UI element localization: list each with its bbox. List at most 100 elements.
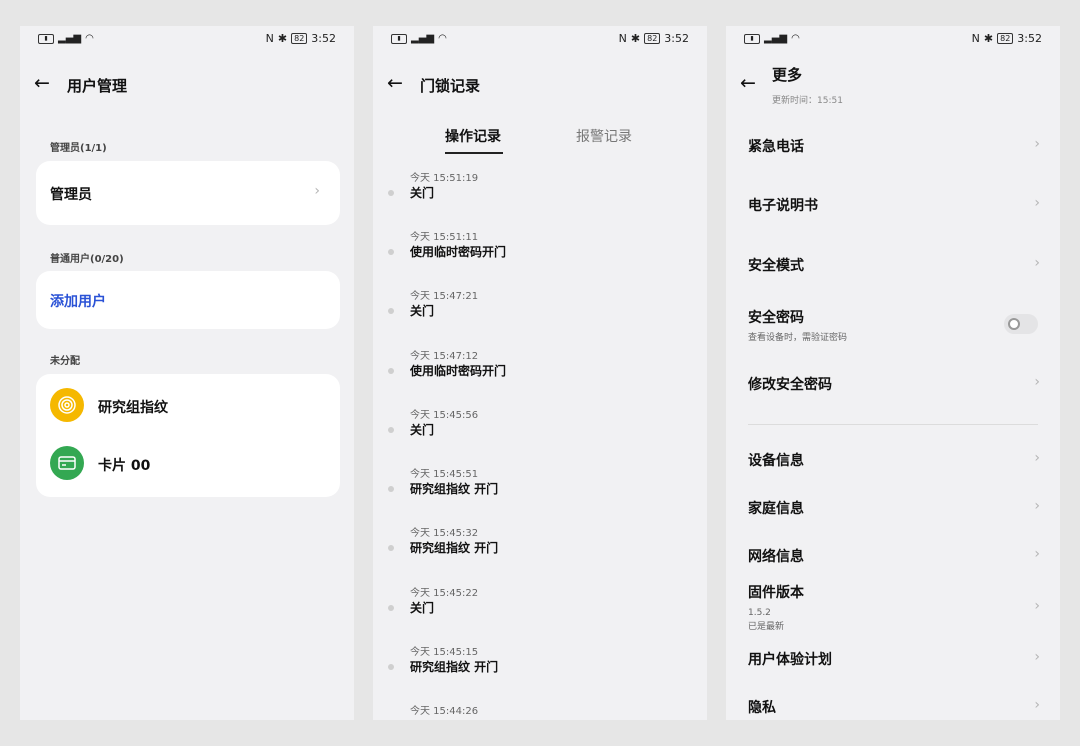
menu-item-label: 设备信息	[748, 453, 804, 469]
log-time: 今天 15:51:11	[410, 232, 479, 243]
menu-item-label: 电子说明书	[748, 198, 818, 214]
menu-item-privacy[interactable]: 隐私 ›	[748, 697, 1060, 720]
sim-icon: ▮	[744, 33, 760, 44]
admin-card[interactable]: 管理员 ›	[36, 161, 340, 225]
menu-item-safe-mode[interactable]: 安全模式 ›	[748, 255, 1060, 295]
battery-icon: 82	[644, 33, 661, 44]
timeline-dot	[388, 308, 394, 314]
list-item-card[interactable]: 卡片 00	[36, 434, 340, 496]
back-arrow-icon[interactable]: ←	[34, 74, 50, 93]
log-action: 关门	[410, 601, 435, 615]
nfc-icon: N	[265, 32, 274, 45]
firmware-version-value: 1.5.2	[748, 608, 771, 618]
log-time: 今天 15:51:19	[410, 173, 479, 184]
chevron-right-icon: ›	[1034, 498, 1040, 514]
log-item: 今天 15:47:12 使用临时密码开门	[373, 347, 707, 406]
tab-operation-records[interactable]: 操作记录	[445, 126, 501, 146]
timeline-dot	[388, 190, 394, 196]
menu-item-firmware-version[interactable]: 固件版本 1.5.2 已是最新 ›	[748, 582, 1060, 634]
log-time: 今天 15:47:21	[410, 291, 479, 302]
fingerprint-icon	[50, 388, 84, 422]
chevron-right-icon: ›	[1034, 598, 1040, 614]
signal-icon: ▂▄▆	[411, 33, 435, 44]
menu-item-network-info[interactable]: 网络信息 ›	[748, 546, 1060, 586]
chevron-right-icon: ›	[1034, 136, 1040, 152]
security-password-toggle[interactable]	[1004, 314, 1038, 334]
user-management-screen: ▮ ▂▄▆ ◠ N ✱ 82 3:52 ← 用户管理 管理员(1/1) 管理员 › 普通用…	[20, 26, 354, 720]
admin-section-label: 管理员(1/1)	[50, 143, 107, 154]
sim-icon: ▮	[38, 33, 54, 44]
log-time: 今天 15:45:56	[410, 410, 479, 421]
tab-alarm-records[interactable]: 报警记录	[576, 126, 632, 146]
update-time: 更新时间：15:51	[772, 96, 843, 106]
log-time: 今天 15:47:12	[410, 351, 479, 362]
bluetooth-icon: ✱	[277, 32, 288, 45]
log-item: 今天 15:51:19 关门	[373, 169, 707, 228]
more-screen: ▮ ▂▄▆ ◠ N ✱ 82 3:52 ← 更多 更新时间：15:51 紧急电话 › 电子…	[726, 26, 1060, 720]
signal-icon: ▂▄▆	[58, 33, 82, 44]
clock: 3:52	[1017, 32, 1042, 45]
back-arrow-icon[interactable]: ←	[387, 74, 403, 93]
log-item: 今天 15:45:15 研究组指纹 开门	[373, 643, 707, 702]
menu-item-security-password: 安全密码 查看设备时，需验证密码	[748, 307, 1060, 351]
wifi-icon: ◠	[791, 33, 800, 44]
normal-users-section-label: 普通用户(0/20)	[50, 254, 124, 265]
menu-item-change-password[interactable]: 修改安全密码 ›	[748, 374, 1060, 414]
log-action: 研究组指纹 开门	[410, 482, 499, 496]
tab-indicator	[445, 152, 503, 154]
chevron-right-icon: ›	[1034, 546, 1040, 562]
unassigned-card: 研究组指纹 卡片 00	[36, 374, 340, 497]
clock: 3:52	[311, 32, 336, 45]
signal-icon: ▂▄▆	[764, 33, 788, 44]
firmware-status: 已是最新	[748, 622, 785, 632]
menu-item-label: 固件版本	[748, 585, 804, 601]
menu-item-label: 网络信息	[748, 549, 804, 565]
timeline-dot	[388, 605, 394, 611]
clock: 3:52	[664, 32, 689, 45]
admin-item-label: 管理员	[50, 187, 92, 203]
chevron-right-icon: ›	[314, 183, 320, 199]
nfc-icon: N	[971, 32, 980, 45]
log-time: 今天 15:45:15	[410, 647, 479, 658]
back-arrow-icon[interactable]: ←	[740, 74, 756, 93]
chevron-right-icon: ›	[1034, 697, 1040, 713]
log-time: 今天 15:44:26	[410, 706, 479, 717]
page-title: 更多	[772, 66, 803, 84]
chevron-right-icon: ›	[1034, 649, 1040, 665]
list-item-fingerprint[interactable]: 研究组指纹	[36, 374, 340, 436]
tab-bar: 操作记录 报警记录	[373, 114, 707, 156]
timeline-dot	[388, 249, 394, 255]
log-action: 关门	[410, 423, 435, 437]
menu-item-label: 紧急电话	[748, 139, 804, 155]
log-action: 使用临时密码开门	[410, 245, 507, 259]
page-title: 门锁记录	[420, 77, 481, 95]
battery-icon: 82	[291, 33, 308, 44]
menu-item-label: 隐私	[748, 700, 776, 716]
menu-item-user-experience[interactable]: 用户体验计划 ›	[748, 649, 1060, 689]
status-bar: ▮ ▂▄▆ ◠ N ✱ 82 3:52	[20, 26, 354, 52]
wifi-icon: ◠	[438, 33, 447, 44]
menu-item-device-info[interactable]: 设备信息 ›	[748, 450, 1060, 490]
add-user-card[interactable]: 添加用户	[36, 271, 340, 329]
log-item: 今天 15:45:56 关门	[373, 406, 707, 465]
menu-item-label: 用户体验计划	[748, 652, 832, 668]
log-item: 今天 15:45:32 研究组指纹 开门	[373, 524, 707, 583]
log-item: 今天 15:45:22 关门	[373, 584, 707, 643]
menu-item-label: 安全模式	[748, 258, 804, 274]
unassigned-section-label: 未分配	[50, 356, 80, 367]
log-action: 关门	[410, 186, 435, 200]
timeline-dot	[388, 486, 394, 492]
log-action: 研究组指纹 开门	[410, 660, 499, 674]
menu-item-emergency-call[interactable]: 紧急电话 ›	[748, 136, 1060, 176]
menu-item-family-info[interactable]: 家庭信息 ›	[748, 498, 1060, 538]
log-item: 今天 15:45:51 研究组指纹 开门	[373, 465, 707, 524]
lock-records-screen: ▮ ▂▄▆ ◠ N ✱ 82 3:52 ← 门锁记录 操作记录 报警记录 今天 15:51…	[373, 26, 707, 720]
chevron-right-icon: ›	[1034, 195, 1040, 211]
menu-item-label: 修改安全密码	[748, 377, 832, 393]
log-item: 今天 15:44:26	[373, 702, 707, 720]
log-item: 今天 15:47:21 关门	[373, 287, 707, 346]
timeline-dot	[388, 545, 394, 551]
add-user-link[interactable]: 添加用户	[50, 291, 106, 311]
log-action: 研究组指纹 开门	[410, 541, 499, 555]
menu-item-manual[interactable]: 电子说明书 ›	[748, 195, 1060, 235]
